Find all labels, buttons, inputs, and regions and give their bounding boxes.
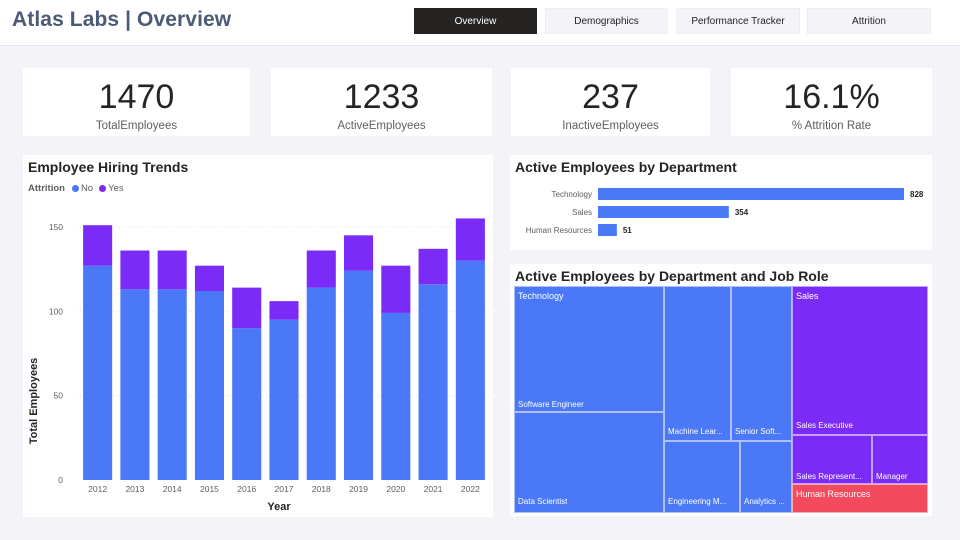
treemap-role-manager[interactable]: Manager <box>872 435 928 484</box>
x-tick-label: 2022 <box>461 484 480 494</box>
x-tick-label: 2012 <box>88 484 107 494</box>
treemap-label: Data Scientist <box>518 497 568 506</box>
bar-no-2013[interactable] <box>120 289 150 480</box>
bar-yes-2018[interactable] <box>306 250 336 288</box>
bar-no-2019[interactable] <box>344 270 374 480</box>
dept-value-label: 354 <box>735 208 749 217</box>
x-axis-label: Year <box>267 501 291 513</box>
bar-yes-2022[interactable] <box>455 218 485 261</box>
kpi-active-employees: 1233 ActiveEmployees <box>271 68 492 136</box>
bar-no-2020[interactable] <box>381 312 411 480</box>
bar-yes-2020[interactable] <box>381 265 411 313</box>
kpi-attrition-rate: 16.1% % Attrition Rate <box>731 68 932 136</box>
kpi-value: 1233 <box>343 78 420 116</box>
bar-yes-2014[interactable] <box>157 250 187 290</box>
page-title: Atlas Labs | Overview <box>12 8 232 31</box>
top-bar: Atlas Labs | Overview Overview Demograph… <box>0 0 960 46</box>
dept-label: Human Resources <box>526 226 592 235</box>
y-tick-label: 100 <box>49 306 63 316</box>
department-chart-svg: Technology 828 Sales 354 Human Resources 51 <box>526 188 924 236</box>
bar-yes-2019[interactable] <box>344 235 374 271</box>
tab-overview[interactable]: Overview <box>414 8 537 34</box>
treemap-role-data-scientist[interactable]: Data Scientist <box>514 412 664 513</box>
bar-no-2014[interactable] <box>157 289 187 480</box>
treemap-role-machine-learning[interactable]: Machine Lear... <box>664 286 731 441</box>
x-tick-label: 2014 <box>163 484 182 494</box>
treemap-label: Machine Lear... <box>668 427 723 436</box>
y-tick-label: 50 <box>54 391 64 401</box>
bar-no-2012[interactable] <box>83 265 113 480</box>
tab-performance-tracker[interactable]: Performance Tracker <box>676 8 800 34</box>
department-chart-card[interactable]: Active Employees by Department Technolog… <box>510 155 932 250</box>
bar-yes-2016[interactable] <box>232 287 262 329</box>
kpi-value: 237 <box>582 78 639 116</box>
bar-no-2016[interactable] <box>232 328 262 480</box>
bar-yes-2013[interactable] <box>120 250 150 290</box>
bar-no-2015[interactable] <box>194 291 224 480</box>
treemap-dept-human-resources[interactable]: Human Resources <box>792 484 928 513</box>
x-tick-label: 2016 <box>237 484 256 494</box>
treemap-label: Analytics ... <box>744 497 785 506</box>
treemap-dept-technology[interactable]: Technology Software Engineer <box>514 286 664 412</box>
treemap-label: Sales <box>796 291 819 301</box>
bar-yes-2021[interactable] <box>418 248 448 285</box>
dept-bar[interactable] <box>598 188 904 200</box>
dept-value-label: 51 <box>623 226 632 235</box>
tab-demographics[interactable]: Demographics <box>545 8 668 34</box>
dept-bar[interactable] <box>598 206 729 218</box>
treemap-label: Human Resources <box>796 489 871 499</box>
treemap-role-engineering-manager[interactable]: Engineering M... <box>664 441 740 513</box>
treemap-label: Sales Executive <box>796 421 853 430</box>
x-tick-label: 2020 <box>386 484 405 494</box>
dept-label: Technology <box>552 190 592 199</box>
treemap-label: Senior Soft... <box>735 427 782 436</box>
kpi-value: 16.1% <box>783 78 880 116</box>
dept-label: Sales <box>572 208 592 217</box>
treemap-label: Sales Represent... <box>796 472 862 481</box>
x-tick-label: 2018 <box>312 484 331 494</box>
bar-yes-2017[interactable] <box>269 301 299 320</box>
treemap-role-sales-executive[interactable]: Sales Sales Executive <box>792 286 928 435</box>
treemap-label: Technology <box>518 291 564 301</box>
treemap-role-sales-representative[interactable]: Sales Represent... <box>792 435 872 484</box>
kpi-total-employees: 1470 TotalEmployees <box>23 68 250 136</box>
kpi-value: 1470 <box>98 78 175 116</box>
treemap-role-senior-software[interactable]: Senior Soft... <box>731 286 792 441</box>
bar-yes-2012[interactable] <box>83 225 113 266</box>
dept-bar[interactable] <box>598 224 617 236</box>
hiring-trends-card[interactable]: Employee Hiring Trends Attrition No Yes … <box>23 155 493 517</box>
kpi-label: TotalEmployees <box>95 120 178 132</box>
bar-no-2021[interactable] <box>418 284 448 480</box>
x-tick-label: 2013 <box>125 484 144 494</box>
treemap-role-analytics[interactable]: Analytics ... <box>740 441 792 513</box>
y-tick-label: 150 <box>49 222 63 232</box>
kpi-label: ActiveEmployees <box>337 120 426 132</box>
x-tick-label: 2021 <box>424 484 443 494</box>
kpi-label: InactiveEmployees <box>562 120 659 132</box>
x-tick-label: 2019 <box>349 484 368 494</box>
treemap-card[interactable]: Active Employees by Department and Job R… <box>510 264 932 516</box>
kpi-inactive-employees: 237 InactiveEmployees <box>511 68 710 136</box>
y-axis-label: Total Employees <box>28 358 40 445</box>
treemap-label: Software Engineer <box>518 400 584 409</box>
treemap-label: Engineering M... <box>668 497 727 506</box>
bar-no-2017[interactable] <box>269 319 299 480</box>
bar-yes-2015[interactable] <box>194 265 224 291</box>
y-tick-label: 0 <box>58 475 63 485</box>
x-tick-label: 2015 <box>200 484 219 494</box>
x-tick-label: 2017 <box>275 484 294 494</box>
kpi-label: % Attrition Rate <box>791 120 872 132</box>
bar-no-2018[interactable] <box>306 287 336 480</box>
hiring-chart-svg: 0 50 100 150 2012 2013 2014 2015 2016 2017 2018 20… <box>28 218 489 513</box>
dept-value-label: 828 <box>910 190 924 199</box>
tab-attrition[interactable]: Attrition <box>807 8 931 34</box>
bar-no-2022[interactable] <box>455 260 485 480</box>
chart-title: Active Employees by Department and Job R… <box>515 268 829 284</box>
treemap-label: Manager <box>876 472 908 481</box>
